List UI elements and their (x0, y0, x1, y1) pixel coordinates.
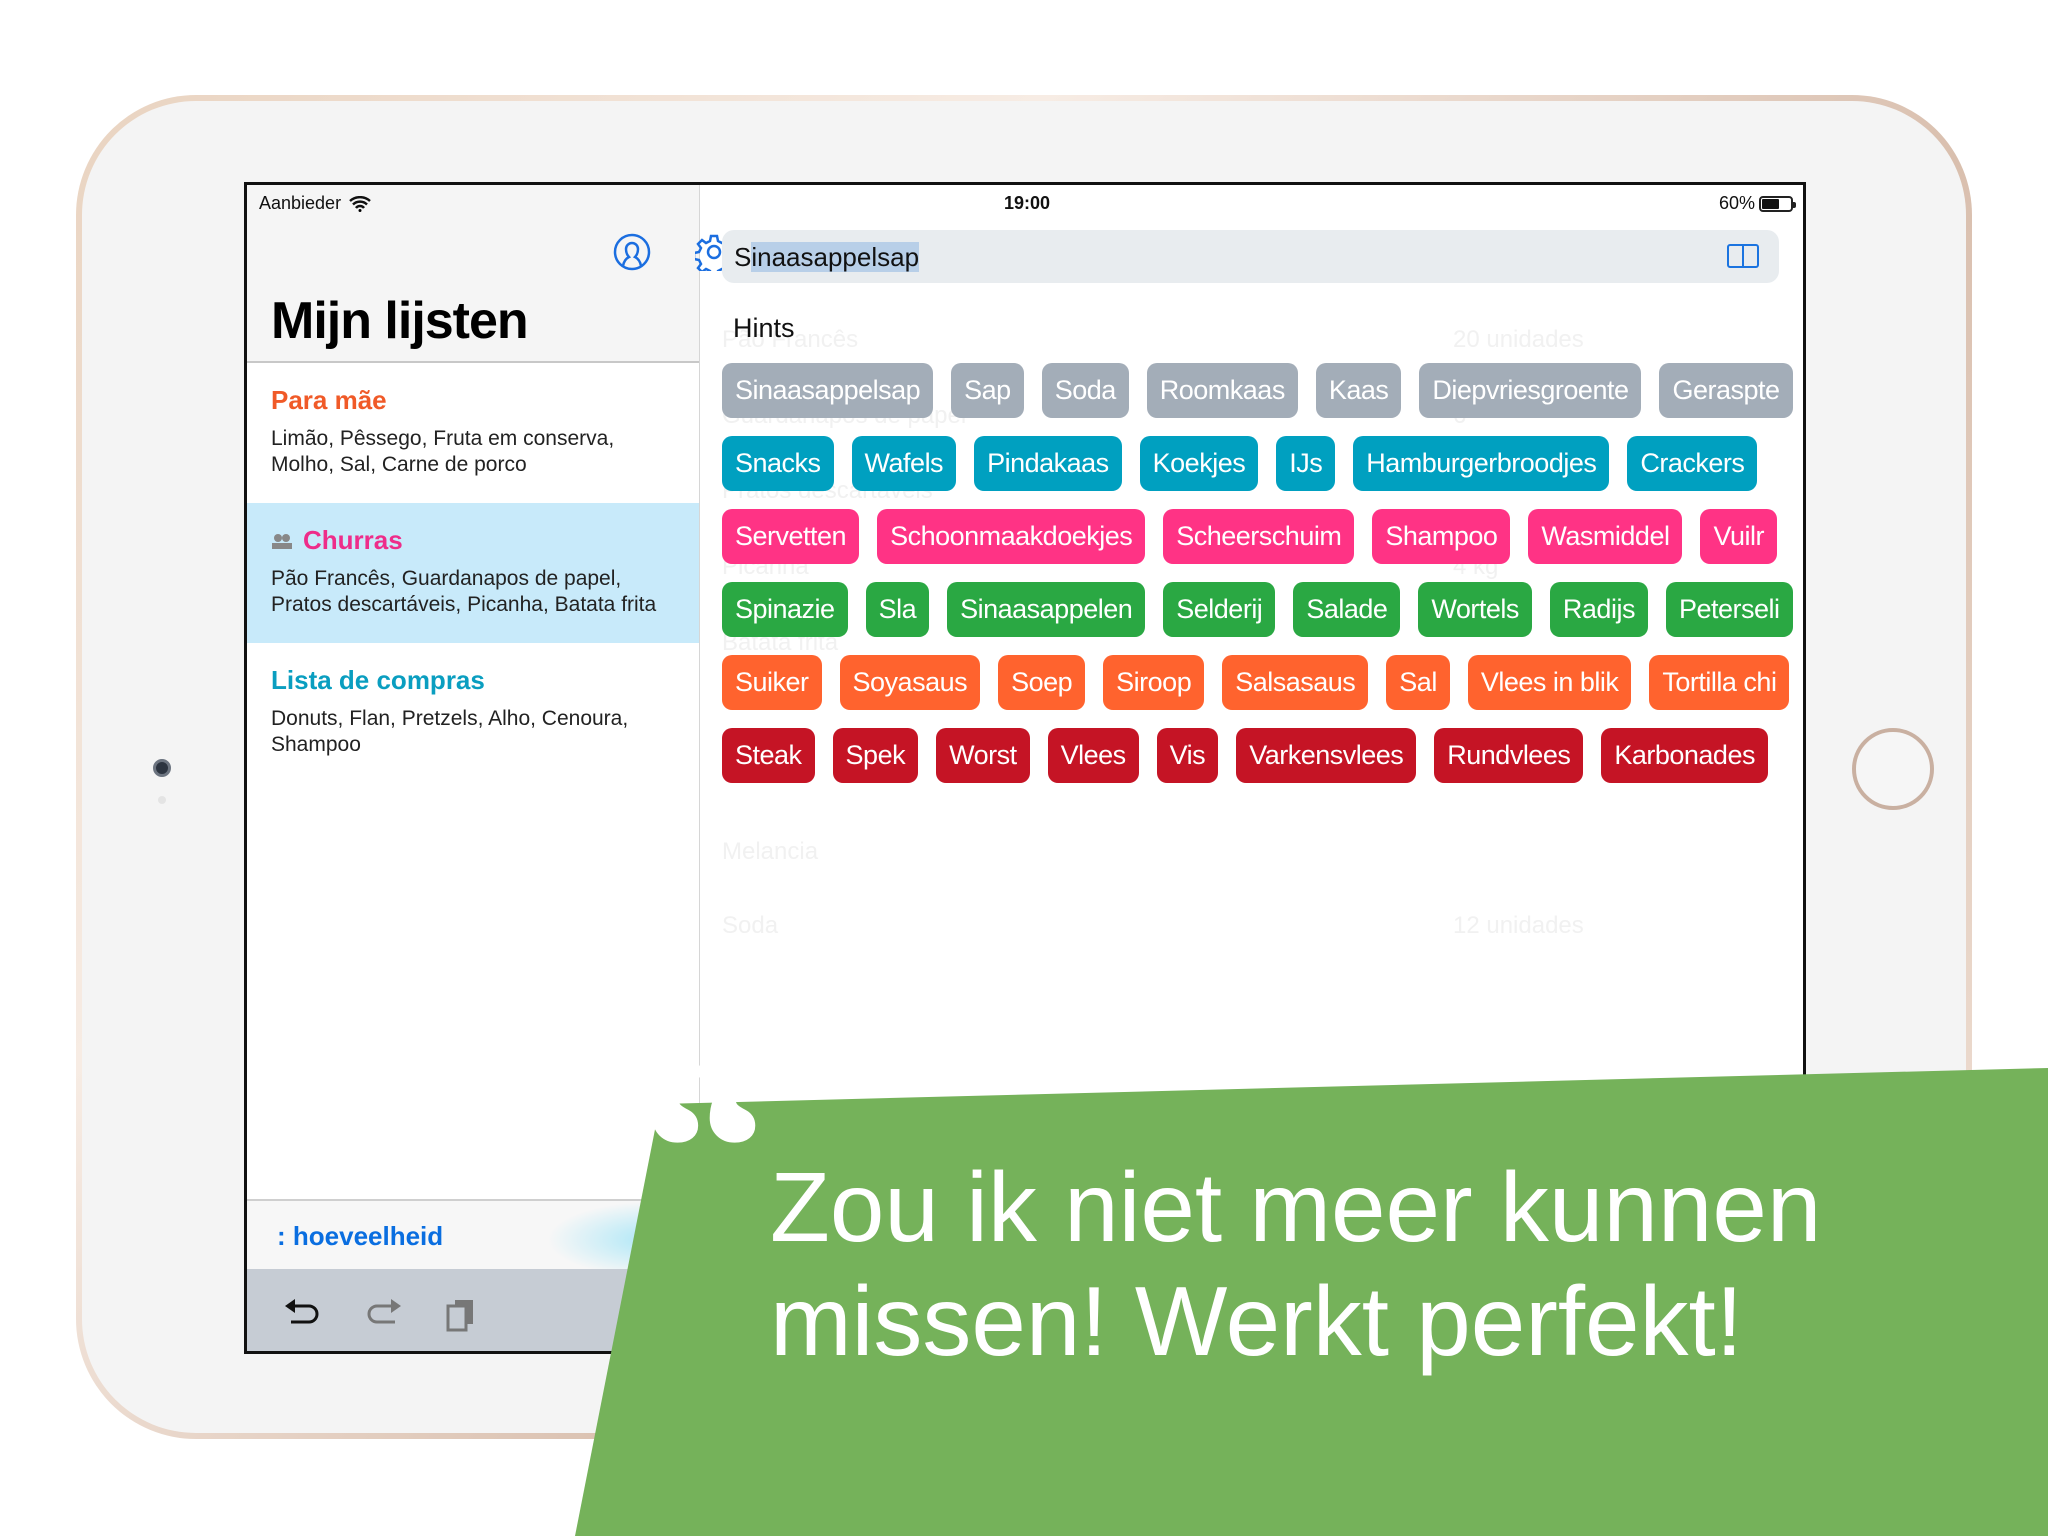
hint-chip[interactable]: Soep (998, 655, 1086, 710)
testimonial-text: Zou ik niet meer kunnen missen! Werkt per… (770, 1150, 1821, 1378)
paste-icon[interactable] (443, 1296, 479, 1332)
hint-row: Sinaasappelsap Sap Soda Roomkaas Kaas Diepvri… (722, 363, 1793, 418)
hint-chip[interactable]: Schoonmaakdoekjes (877, 509, 1146, 564)
hint-chip[interactable]: Worst (936, 728, 1030, 783)
home-button[interactable] (1852, 728, 1934, 810)
quantity-hint: : hoeveelheid (277, 1221, 444, 1251)
hint-chip[interactable]: Sap (951, 363, 1024, 418)
wifi-icon (349, 195, 371, 212)
item-search-input[interactable]: Sinaasappelsap (722, 230, 1779, 283)
hint-chip[interactable]: Sinaasappelen (947, 582, 1146, 637)
list-title: Lista de compras (271, 665, 675, 696)
testimonial-line-2: missen! Werkt perfekt! (770, 1266, 1744, 1376)
hint-chip[interactable]: Crackers (1627, 436, 1758, 491)
clock: 19:00 (1004, 193, 1051, 213)
page-title: Mijn lijsten (271, 292, 529, 350)
hint-chip[interactable]: Suiker (722, 655, 822, 710)
hint-chip[interactable]: Varkensvlees (1236, 728, 1417, 783)
redo-icon[interactable] (363, 1296, 403, 1332)
list-title: Churras (271, 525, 675, 556)
keyboard-toolbar (247, 1269, 699, 1351)
sidebar: Mijn lijsten Para mãe Limão, Pêssego, Fru… (247, 185, 733, 1351)
hint-chip[interactable]: Peterseli (1665, 582, 1793, 637)
account-icon[interactable] (613, 233, 651, 271)
hint-chip[interactable]: Salsasaus (1222, 655, 1369, 710)
background-item-name: Soda (722, 912, 779, 939)
hint-chip[interactable]: Steak (722, 728, 815, 783)
hint-chip[interactable]: Sal (1386, 655, 1450, 710)
hint-chip[interactable]: Rundvlees (1434, 728, 1584, 783)
hints-label: Hints (733, 313, 795, 343)
hint-chip[interactable]: IJs (1276, 436, 1336, 491)
hint-chip[interactable]: Radijs (1549, 582, 1648, 637)
battery-percent: 60% (1718, 193, 1755, 213)
hint-chip[interactable]: Wasmiddel (1528, 509, 1683, 564)
testimonial-line-1: Zou ik niet meer kunnen (770, 1152, 1822, 1262)
carrier: Aanbieder (259, 193, 342, 213)
background-item-name: Melancia (722, 838, 819, 865)
hint-chip[interactable]: Vlees (1047, 728, 1139, 783)
hint-row: Steak Spek Worst Vlees Vis Varkensvlees Rundvl… (722, 728, 1768, 783)
hint-chip[interactable]: Wortels (1418, 582, 1532, 637)
hint-chip[interactable]: Selderij (1163, 582, 1276, 637)
search-value-selection: inaasappelsap (751, 242, 920, 272)
hint-chip[interactable]: Sla (865, 582, 930, 637)
hint-chip[interactable]: Vis (1156, 728, 1219, 783)
hint-chip[interactable]: Soda (1041, 363, 1129, 418)
list-item[interactable]: Lista de compras Donuts, Flan, Pretzels, … (247, 643, 699, 783)
hint-chip[interactable]: Vlees in blik (1467, 655, 1632, 710)
quote-mark: “ (640, 1006, 770, 1294)
battery-icon (1759, 195, 1796, 212)
camera (153, 759, 171, 777)
hint-chip[interactable]: Snacks (722, 436, 834, 491)
hint-row: Snacks Wafels Pindakaas Koekjes IJs Hamburger… (722, 436, 1758, 491)
hint-chip[interactable]: Shampoo (1372, 509, 1511, 564)
list-summary: Pão Francês, Guardanapos de papel, Prato… (271, 567, 657, 616)
hint-chip[interactable]: Salade (1293, 582, 1401, 637)
hint-row: Suiker Soyasaus Soep Siroop Salsasaus Sal Vlee… (722, 655, 1790, 710)
background-item-qty: 12 unidades (1453, 912, 1584, 939)
list-name: Para mãe (271, 385, 387, 415)
list-name: Churras (303, 525, 403, 555)
hint-chip[interactable]: Vuilr (1700, 509, 1777, 564)
list-summary: Limão, Pêssego, Fruta em conserva, Molho… (271, 427, 615, 476)
hint-chip[interactable]: Spinazie (722, 582, 848, 637)
list-item[interactable]: Churras Pão Francês, Guardanapos de papel… (247, 503, 699, 643)
hint-chip[interactable]: Sinaasappelsap (722, 363, 934, 418)
status-bar: Aanbieder 19:00 60% (247, 185, 1803, 221)
list-title: Para mãe (271, 385, 675, 416)
hint-row: Servetten Schoonmaakdoekjes Scheerschuim Sh… (722, 509, 1777, 564)
hint-chip[interactable]: Koekjes (1139, 436, 1259, 491)
hint-chip[interactable]: Kaas (1315, 363, 1402, 418)
hint-chip[interactable]: Geraspte (1659, 363, 1793, 418)
hint-chip[interactable]: Wafels (851, 436, 957, 491)
hint-row: Spinazie Sla Sinaasappelen Selderij Salade Wo… (722, 582, 1793, 637)
hint-chip[interactable]: Karbonades (1601, 728, 1768, 783)
hint-chip[interactable]: Spek (832, 728, 919, 783)
shared-icon (272, 533, 292, 549)
split-view-icon[interactable] (1727, 244, 1759, 268)
hint-chip[interactable]: Servetten (722, 509, 860, 564)
hint-chip[interactable]: Scheerschuim (1163, 509, 1355, 564)
hint-chip[interactable]: Soyasaus (839, 655, 981, 710)
list-item[interactable]: Para mãe Limão, Pêssego, Fruta em conserv… (247, 363, 699, 503)
hint-chip[interactable]: Hamburgerbroodjes (1353, 436, 1610, 491)
hint-chip[interactable]: Siroop (1103, 655, 1205, 710)
hint-chip[interactable]: Pindakaas (974, 436, 1122, 491)
item-input-bar[interactable]: : hoeveelheid (247, 1199, 707, 1271)
background-item-qty: 20 unidades (1453, 326, 1584, 353)
undo-icon[interactable] (283, 1296, 323, 1332)
list-name: Lista de compras (271, 665, 485, 695)
hint-chip[interactable]: Tortilla chi (1649, 655, 1790, 710)
hint-chip[interactable]: Diepvriesgroente (1419, 363, 1642, 418)
hint-chip[interactable]: Roomkaas (1146, 363, 1298, 418)
sensor (158, 796, 166, 804)
list-summary: Donuts, Flan, Pretzels, Alho, Cenoura, S… (271, 707, 629, 756)
search-value: S (734, 242, 752, 272)
